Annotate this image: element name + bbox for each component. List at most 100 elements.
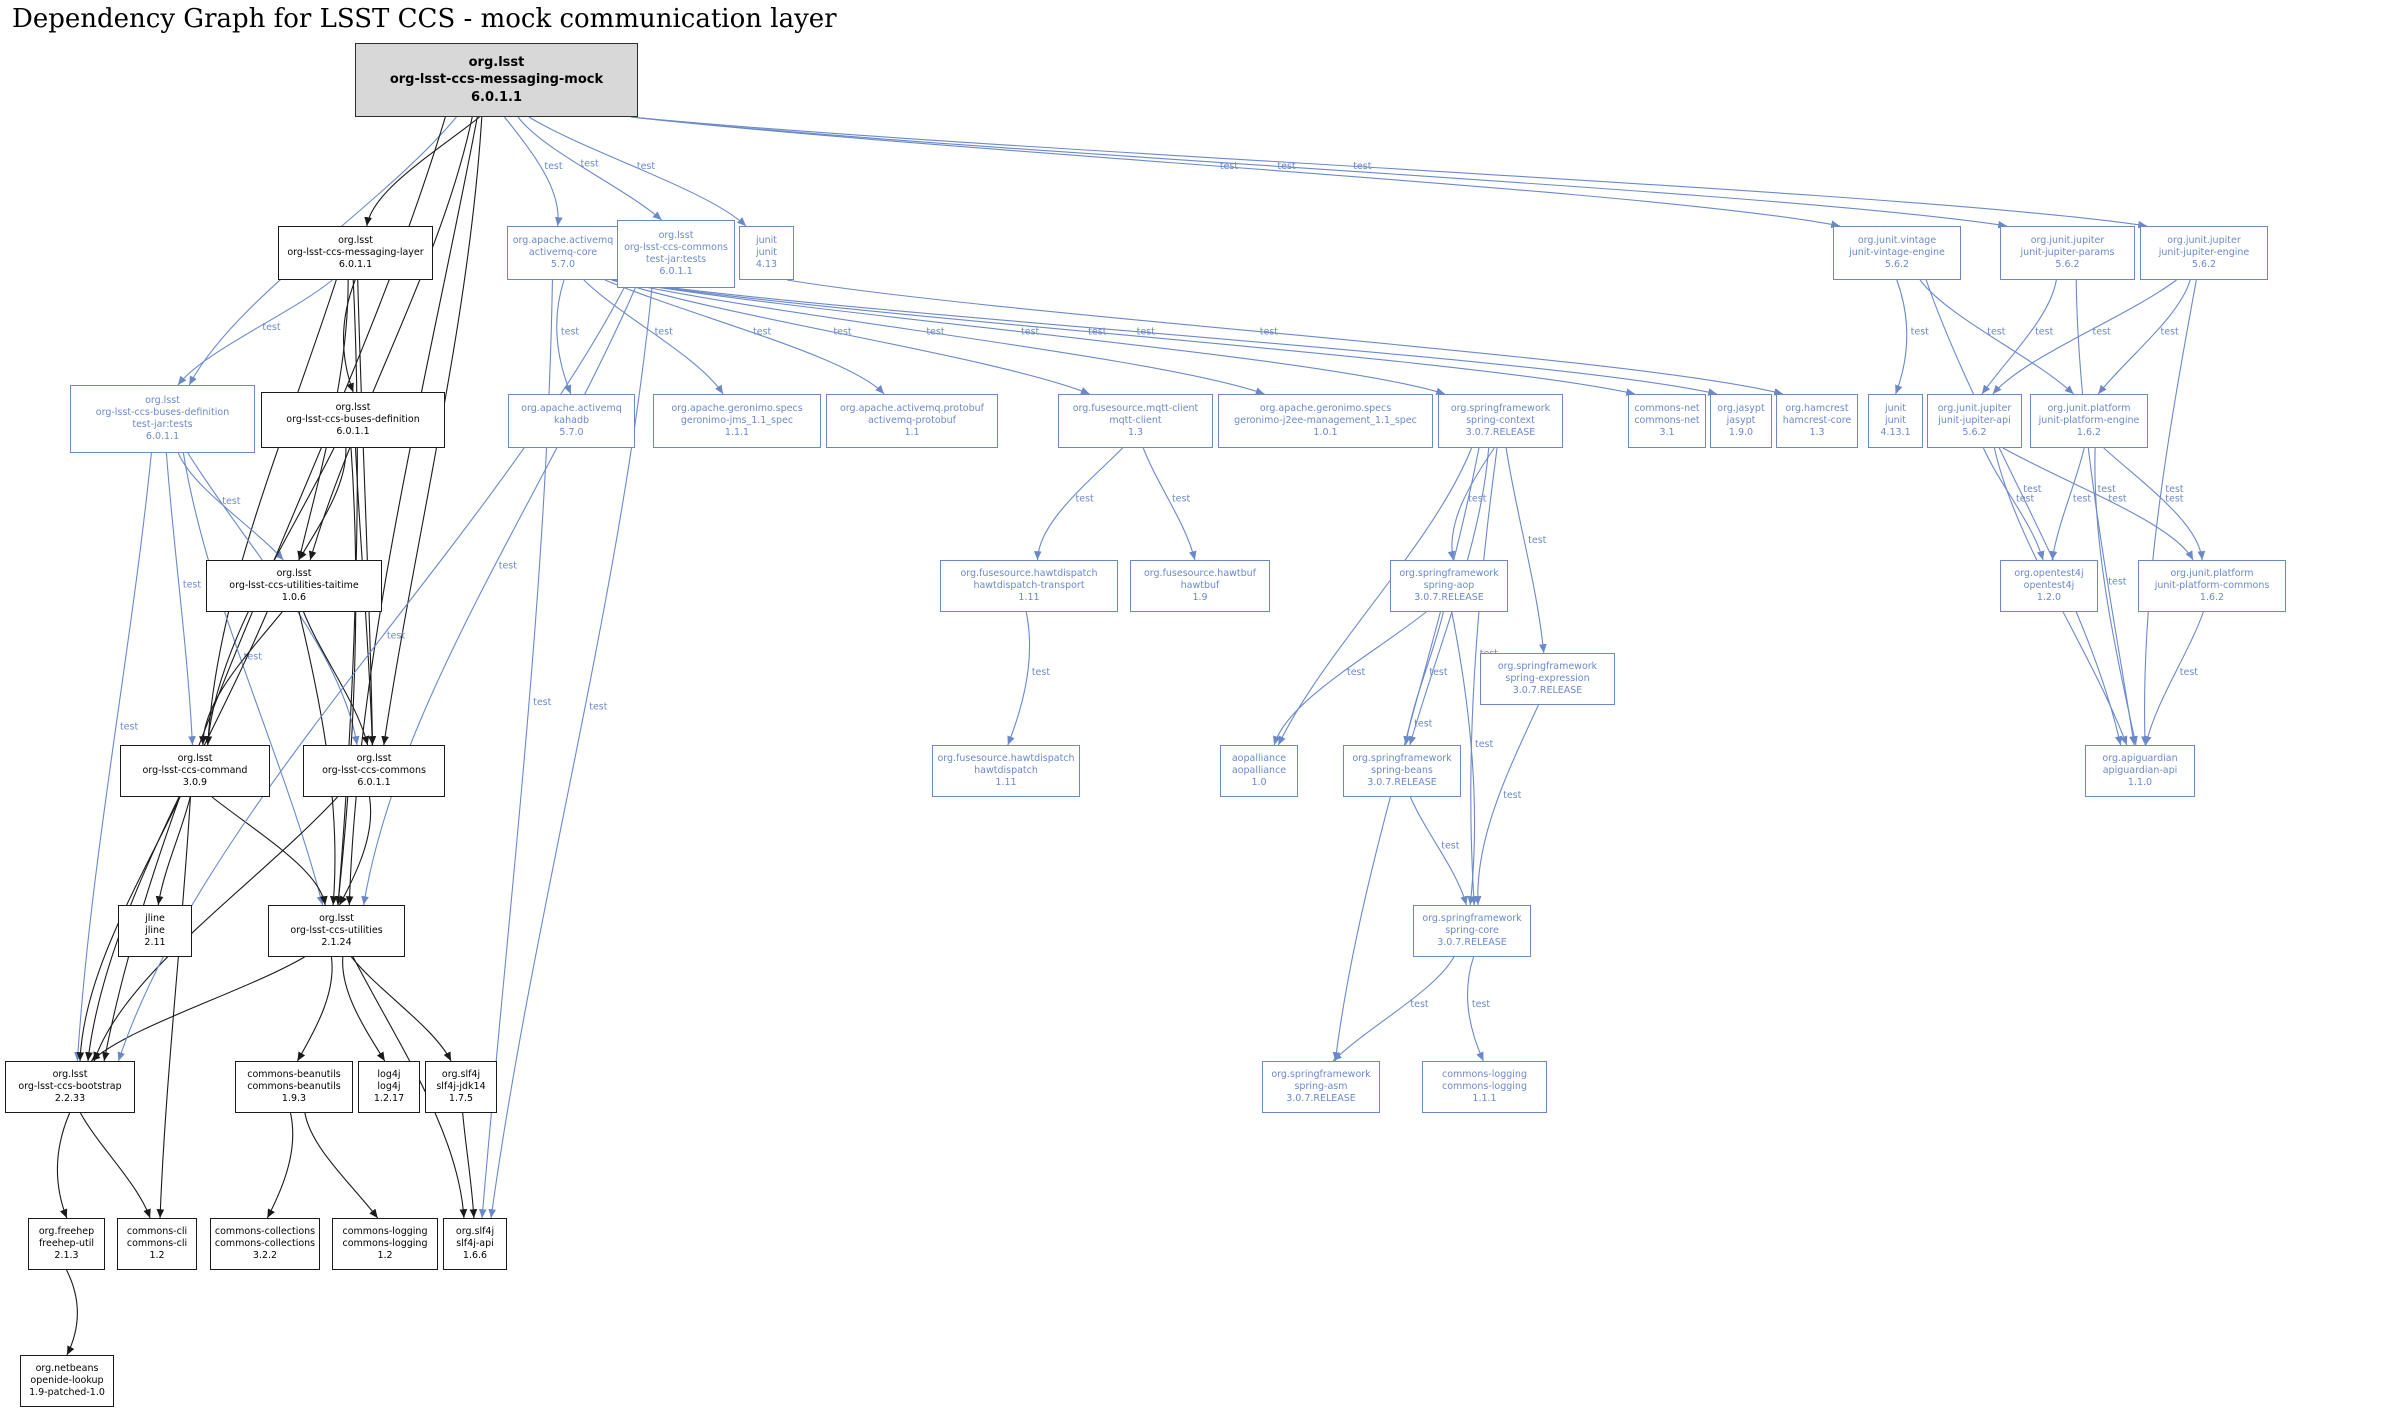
node-log4j: log4jlog4j1.2.17 [358, 1061, 420, 1113]
node-line: org.slf4j [456, 1226, 494, 1238]
node-apig: org.apiguardianapiguardian-api1.1.0 [2085, 745, 2195, 797]
edge-layer: test test test test test test test test test test… [0, 0, 2405, 1413]
node-pengine: org.junit.platformjunit-platform-engine1… [2030, 394, 2148, 448]
edge-label-test: test [926, 326, 945, 337]
node-clog111: commons-loggingcommons-logging1.1.1 [1422, 1061, 1547, 1113]
node-line: org-lsst-ccs-buses-definition [286, 414, 419, 426]
node-line: hawtbuf [1181, 580, 1220, 592]
edge-label-test: test [222, 496, 241, 507]
node-line: org.springframework [1271, 1069, 1370, 1081]
dependency-edge [612, 280, 1717, 394]
node-line: 3.1 [1659, 427, 1674, 439]
dependency-edge [1478, 705, 1539, 905]
node-sbeans: org.springframeworkspring-beans3.0.7.REL… [1343, 745, 1461, 797]
node-line: aopalliance [1232, 753, 1286, 765]
node-line: spring-aop [1424, 580, 1475, 592]
node-line: slf4j-api [456, 1238, 494, 1250]
node-line: geronimo-j2ee-management_1.1_spec [1234, 415, 1417, 427]
node-line: 1.1.1 [1472, 1093, 1496, 1105]
node-line: mqtt-client [1109, 415, 1161, 427]
node-line: org.apache.activemq [513, 235, 614, 247]
node-line: 1.0.6 [282, 592, 306, 604]
node-line: 1.11 [1018, 592, 1039, 604]
node-line: org.lsst [659, 230, 694, 242]
node-line: commons-logging [343, 1238, 428, 1250]
dependency-edge [1993, 280, 2177, 394]
edge-label-test: test [262, 322, 281, 333]
node-line: hawtdispatch-transport [973, 580, 1084, 592]
dependency-edge [208, 280, 336, 745]
node-line: commons-logging [1442, 1081, 1527, 1093]
node-line: log4j [377, 1069, 400, 1081]
edge-label-test: test [1987, 326, 2006, 337]
node-line: hawtdispatch [974, 765, 1038, 777]
node-line: openide-lookup [30, 1375, 103, 1387]
node-cnet: commons-netcommons-net3.1 [1628, 394, 1706, 448]
dependency-edge [1274, 612, 1426, 745]
edge-label-test: test [1032, 667, 1051, 678]
node-line: 1.6.2 [2200, 592, 2224, 604]
node-line: org.jasypt [1717, 403, 1764, 415]
dependency-edge [1506, 448, 1544, 653]
node-line: org.apache.geronimo.specs [1260, 403, 1391, 415]
node-line: junit-jupiter-api [1938, 415, 2011, 427]
node-line: org.lsst [357, 753, 392, 765]
node-line: org.apiguardian [2102, 753, 2177, 765]
node-line: slf4j-jdk14 [436, 1081, 485, 1093]
node-line: junit-platform-commons [2155, 580, 2270, 592]
dependency-edge [58, 1113, 70, 1218]
edge-label-test: test [580, 158, 599, 169]
node-busdef_tj: org.lsstorg-lsst-ccs-buses-definitiontes… [70, 385, 255, 453]
edge-label-test: test [499, 560, 518, 571]
node-mlayer: org.lsstorg-lsst-ccs-messaging-layer6.0.… [278, 226, 433, 280]
edge-label-test: test [1260, 326, 1279, 337]
node-line: 3.0.7.RELEASE [1437, 937, 1507, 949]
dependency-edge [178, 280, 332, 385]
node-line: org.springframework [1352, 753, 1451, 765]
node-sapi: org.slf4jslf4j-api1.6.6 [443, 1218, 507, 1270]
node-line: 1.11 [995, 777, 1016, 789]
edge-label-test: test [2161, 326, 2180, 337]
node-line: jline [145, 925, 165, 937]
node-protobuf: org.apache.activemq.protobufactivemq-pro… [826, 394, 998, 448]
node-japi: org.junit.jupiterjunit-jupiter-api5.6.2 [1927, 394, 2022, 448]
edge-label-test: test [1347, 667, 1366, 678]
edge-label-test: test [655, 326, 674, 337]
node-line: org.apache.activemq [521, 403, 622, 415]
node-line: junit [1885, 403, 1906, 415]
node-line: org.fusesource.hawtdispatch [960, 568, 1097, 580]
node-line: org.junit.jupiter [2167, 235, 2240, 247]
node-line: 3.0.7.RELEASE [1513, 685, 1583, 697]
node-line: spring-beans [1371, 765, 1433, 777]
node-line: activemq-protobuf [868, 415, 956, 427]
node-line: org.netbeans [36, 1363, 99, 1375]
node-line: 1.9.0 [1729, 427, 1753, 439]
node-line: org.springframework [1399, 568, 1498, 580]
node-bootstrap: org.lsstorg-lsst-ccs-bootstrap2.2.33 [5, 1061, 135, 1113]
dependency-edge [160, 797, 190, 1218]
node-line: 3.0.7.RELEASE [1466, 427, 1536, 439]
node-line: geronimo-jms_1.1_spec [681, 415, 793, 427]
node-line: 1.3 [1128, 427, 1143, 439]
node-line: 2.11 [144, 937, 165, 949]
node-junit413: junitjunit4.13 [739, 226, 794, 280]
dependency-edge [183, 453, 322, 905]
edge-label-test: test [561, 326, 580, 337]
dependency-edge [166, 453, 192, 745]
node-line: org.apache.activemq.protobuf [840, 403, 984, 415]
dependency-edge [364, 288, 636, 905]
node-line: 1.1 [904, 427, 919, 439]
node-sjdk14: org.slf4jslf4j-jdk141.7.5 [425, 1061, 497, 1113]
node-line: org.lsst [53, 1069, 88, 1081]
edge-label-test: test [2108, 493, 2127, 504]
edge-label-test: test [1353, 161, 1372, 172]
dependency-edge [1333, 957, 1454, 1061]
node-line: org.junit.vintage [1858, 235, 1936, 247]
node-score: org.springframeworkspring-core3.0.7.RELE… [1413, 905, 1531, 957]
node-line: org.springframework [1498, 661, 1597, 673]
node-line: spring-core [1445, 925, 1499, 937]
node-line: jasypt [1727, 415, 1756, 427]
node-gjms: org.apache.geronimo.specsgeronimo-jms_1.… [653, 394, 821, 448]
edge-label-test: test [1429, 667, 1448, 678]
node-amqcore: org.apache.activemqactivemq-core5.7.0 [507, 226, 619, 280]
